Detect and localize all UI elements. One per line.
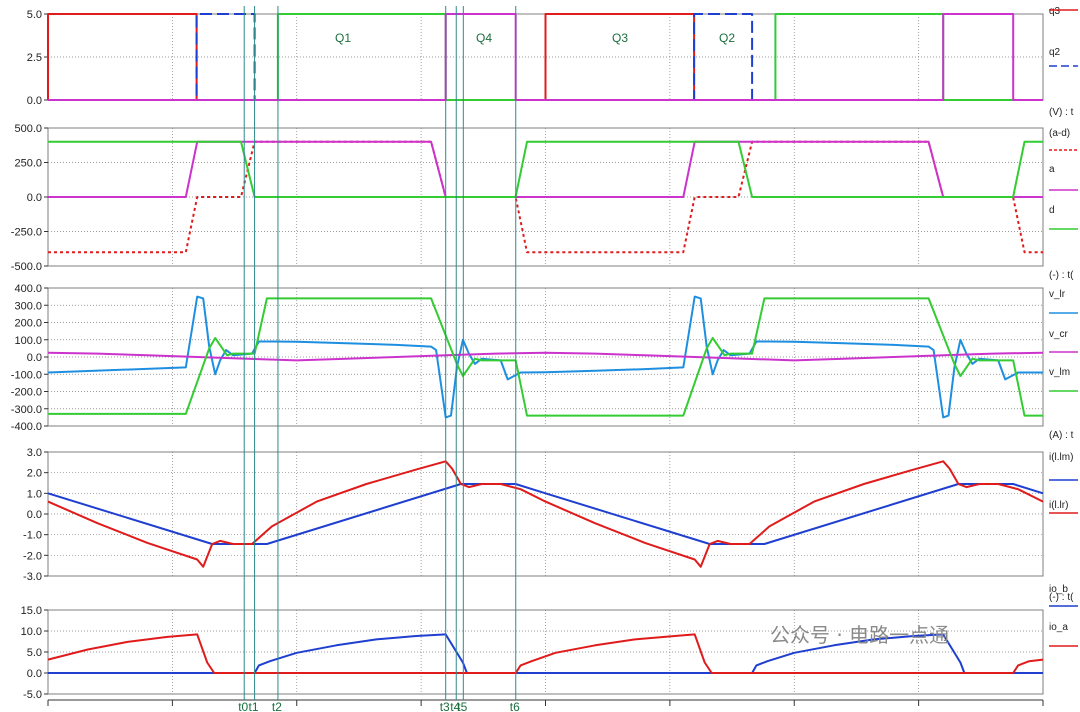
y-tick-label: 3.0 [27, 447, 42, 459]
y-tick-label: -300.0 [11, 404, 42, 416]
legend-label: v_lr [1049, 289, 1066, 300]
switch-annotation-Q1: Q1 [335, 31, 351, 45]
y-tick-label: 5.0 [27, 647, 42, 659]
legend-label: d [1049, 205, 1055, 216]
legend-label: a [1049, 164, 1055, 175]
y-tick-label: -250.0 [11, 227, 42, 239]
watermark-text: 公众号 · 电路一点通 [770, 623, 949, 647]
marker-label-t3: t3 [440, 700, 450, 712]
y-tick-label: 250.0 [14, 158, 42, 170]
y-tick-label: 0.0 [27, 668, 42, 680]
panel-title: (-) : t( [1049, 592, 1074, 603]
legend-label: q3 [1049, 6, 1061, 17]
y-tick-label: -3.0 [23, 571, 42, 583]
y-tick-label: -1.0 [23, 530, 42, 542]
marker-label-t5: t5 [457, 700, 467, 712]
marker-label-t6: t6 [510, 700, 520, 712]
y-tick-label: 300.0 [14, 300, 42, 312]
y-tick-label: 5.0 [27, 9, 42, 21]
y-tick-label: 200.0 [14, 318, 42, 330]
oscilloscope-canvas: 5.0 2.5 0.0 q3 q2 Q1 Q4 Q3 Q2 500.0 250.0 0.0 -250.0… [0, 0, 1080, 712]
y-tick-label: 0.0 [27, 352, 42, 364]
marker-label-t2: t2 [272, 700, 282, 712]
marker-label-t1: t1 [249, 700, 259, 712]
legend-label: i(l.lr) [1049, 500, 1068, 511]
y-tick-label: 2.5 [27, 52, 42, 64]
legend-label: v_lm [1049, 367, 1070, 378]
y-tick-label: -200.0 [11, 387, 42, 399]
y-tick-label: 400.0 [14, 283, 42, 295]
switch-annotation-Q4: Q4 [476, 31, 492, 45]
y-tick-label: 0.0 [27, 95, 42, 107]
y-tick-label: 10.0 [21, 626, 42, 638]
y-tick-label: 15.0 [21, 605, 42, 617]
switch-annotation-Q3: Q3 [612, 31, 628, 45]
switch-annotation-Q2: Q2 [719, 31, 735, 45]
y-tick-label: -400.0 [11, 421, 42, 433]
legend-label: io_a [1049, 622, 1068, 633]
y-tick-label: 500.0 [14, 123, 42, 135]
legend-label: i(l.lm) [1049, 452, 1073, 463]
y-tick-label: -500.0 [11, 261, 42, 273]
legend-label: (a-d) [1049, 128, 1070, 139]
y-tick-label: -100.0 [11, 369, 42, 381]
panel-title: (V) : t [1049, 107, 1074, 118]
legend-label: v_cr [1049, 329, 1069, 340]
marker-label-t0: t0 [238, 700, 248, 712]
y-tick-label: 1.0 [27, 488, 42, 500]
y-tick-label: 0.0 [27, 509, 42, 521]
y-tick-label: -5.0 [23, 689, 42, 701]
panel-title: (-) : t( [1049, 270, 1074, 281]
legend-label: q2 [1049, 47, 1061, 58]
y-tick-label: 2.0 [27, 468, 42, 480]
y-tick-label: 100.0 [14, 335, 42, 347]
y-tick-label: 0.0 [27, 192, 42, 204]
panel-title: (A) : t [1049, 430, 1074, 441]
y-tick-label: -2.0 [23, 550, 42, 562]
